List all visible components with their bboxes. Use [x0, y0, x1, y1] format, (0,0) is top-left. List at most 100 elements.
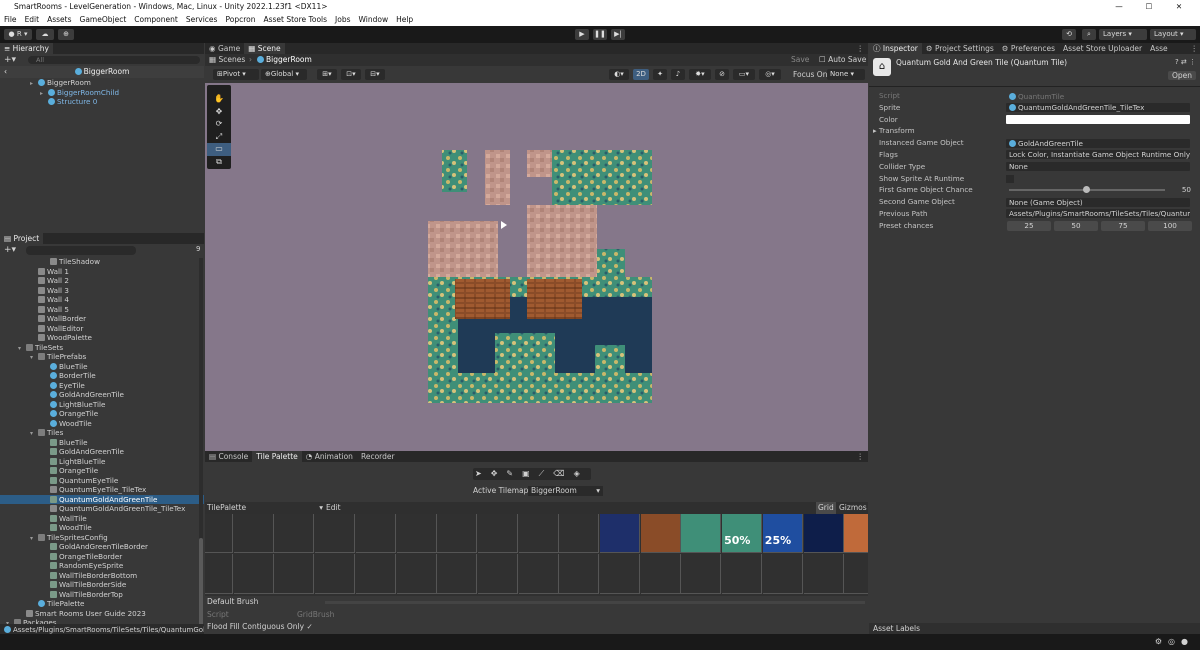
field-value[interactable]: None	[1006, 162, 1190, 172]
palette-cell[interactable]	[477, 554, 518, 594]
pause-icon[interactable]: ❚❚	[593, 29, 607, 40]
project-item[interactable]: Wall 5	[0, 305, 204, 315]
back-icon[interactable]: ‹	[4, 66, 7, 78]
project-item[interactable]: TileShadow	[0, 257, 204, 267]
project-item[interactable]: OrangeTile	[0, 466, 204, 476]
preset-button[interactable]: 100	[1148, 220, 1192, 231]
project-folder[interactable]: ▾ TileSets	[0, 343, 204, 353]
layout-dropdown[interactable]: Layout ▾	[1150, 29, 1196, 40]
tab-game[interactable]: ◉ Game	[205, 43, 244, 54]
menu-gameobject[interactable]: GameObject	[80, 13, 127, 26]
project-item[interactable]: Wall 1	[0, 267, 204, 277]
menu-services[interactable]: Services	[186, 13, 218, 26]
select-tool-icon[interactable]: ➤	[475, 469, 491, 478]
status-icons[interactable]: ⚙◎●	[1155, 637, 1194, 646]
palette-cell[interactable]	[233, 554, 274, 594]
project-item[interactable]: WallTileBorderBottom	[0, 571, 204, 581]
effects-icon[interactable]: ✸▾	[689, 69, 711, 80]
gizmos-toggle[interactable]: Gizmos	[839, 502, 867, 514]
project-item[interactable]: OrangeTileBorder	[0, 552, 204, 562]
hidden-objects-icon[interactable]: ⊘	[715, 69, 729, 80]
palette-cell[interactable]	[640, 514, 681, 553]
palette-cell[interactable]	[437, 554, 478, 594]
project-item[interactable]: BlueTile	[0, 438, 204, 448]
grid-toggle[interactable]: Grid	[816, 502, 836, 514]
palette-cell[interactable]	[477, 514, 518, 553]
tab-animation[interactable]: ◔ Animation	[302, 451, 357, 462]
hierarchy-item[interactable]: Structure 0	[0, 97, 204, 107]
tab-scene[interactable]: ▦ Scene	[244, 43, 285, 54]
palette-cell[interactable]	[205, 554, 233, 594]
palette-cell[interactable]	[559, 514, 600, 553]
palette-cell[interactable]	[355, 554, 396, 594]
project-scrollbar[interactable]	[199, 258, 203, 638]
paint-tool-icon[interactable]: ✎	[506, 469, 522, 478]
project-item[interactable]: WoodTile	[0, 419, 204, 429]
project-item[interactable]: WallTileBorderTop	[0, 590, 204, 600]
project-item[interactable]: WoodPalette	[0, 333, 204, 343]
project-search-input[interactable]	[26, 246, 136, 255]
search-icon[interactable]: ⌕	[1082, 29, 1096, 40]
snap-icon[interactable]: ⊡▾	[341, 69, 361, 80]
project-item[interactable]: BorderTile	[0, 371, 204, 381]
palette-grid[interactable]: 50% 25%	[205, 514, 868, 596]
tab-project[interactable]: ▤ Project	[0, 233, 44, 244]
breadcrumb-scenes[interactable]: ▦ Scenes	[209, 54, 245, 66]
project-item[interactable]: Wall 2	[0, 276, 204, 286]
project-item[interactable]: QuantumEyeTile	[0, 476, 204, 486]
palette-cell[interactable]	[803, 554, 844, 594]
expand-arrow-icon[interactable]: ▾	[30, 353, 38, 363]
minimize-icon[interactable]: —	[1104, 0, 1134, 13]
project-scroll-thumb[interactable]	[199, 538, 203, 628]
palette-cell[interactable]	[844, 554, 868, 594]
collab-icon[interactable]: ⊕	[58, 29, 74, 40]
field-label[interactable]: ▸ Transform	[873, 125, 915, 137]
tab-inspector[interactable]: ⓘ Inspector	[869, 43, 922, 54]
menu-edit[interactable]: Edit	[25, 13, 40, 26]
camera-icon[interactable]: ▭▾	[733, 69, 755, 80]
preset-button[interactable]: 50	[1054, 220, 1098, 231]
project-item[interactable]: WallTile	[0, 514, 204, 524]
picker-icon[interactable]: ⟋	[539, 469, 554, 478]
preset-button[interactable]: 25	[1007, 220, 1051, 231]
palette-cell[interactable]	[762, 554, 803, 594]
palette-cell[interactable]	[518, 554, 559, 594]
tab-hierarchy[interactable]: ≡ Hierarchy	[0, 43, 53, 54]
project-item[interactable]: QuantumGoldAndGreenTile_TileTex	[0, 504, 204, 514]
project-item[interactable]: QuantumGoldAndGreenTile	[0, 494, 204, 504]
palette-cell[interactable]	[396, 554, 437, 594]
inspector-header-icons[interactable]: ? ⇄ ⋮	[1175, 58, 1196, 66]
global-dropdown[interactable]: ⊕Global ▾	[261, 69, 307, 80]
expand-arrow-icon[interactable]: ▸	[30, 79, 38, 89]
palette-cell[interactable]	[205, 514, 233, 553]
palette-cell[interactable]	[315, 554, 356, 594]
project-folder[interactable]: ▾ TilePrefabs	[0, 352, 204, 362]
menu-file[interactable]: File	[4, 13, 17, 26]
increment-icon[interactable]: ⊟▾	[365, 69, 385, 80]
play-icon[interactable]: ▶	[575, 29, 589, 40]
project-item[interactable]: LightBlueTile	[0, 400, 204, 410]
project-item[interactable]: QuantumEyeTile_TileTex	[0, 485, 204, 495]
edit-button[interactable]: Edit	[326, 502, 341, 514]
tab-asset[interactable]: Asse	[1146, 43, 1172, 54]
hierarchy-item[interactable]: ▸ BiggerRoom	[0, 78, 204, 88]
menu-assets[interactable]: Assets	[47, 13, 71, 26]
field-value[interactable]: None (Game Object)	[1006, 197, 1190, 207]
field-value[interactable]: Assets/Plugins/SmartRooms/TileSets/Tiles…	[1006, 209, 1190, 219]
palette-dropdown[interactable]: TilePalette ▾	[207, 502, 323, 514]
palette-cell[interactable]	[600, 554, 640, 594]
palette-cell[interactable]	[600, 514, 640, 553]
grid-snap-icon[interactable]: ⊞▾	[317, 69, 337, 80]
project-folder[interactable]: ▾ TileSpritesConfig	[0, 533, 204, 543]
move-tool-icon[interactable]: ✥	[491, 469, 507, 478]
color-field[interactable]	[1006, 115, 1190, 125]
project-item[interactable]: GoldAndGreenTile	[0, 390, 204, 400]
tab-tile-palette[interactable]: Tile Palette	[252, 451, 302, 462]
box-fill-icon[interactable]: ▣	[522, 469, 539, 478]
chance-slider-thumb[interactable]	[1083, 186, 1090, 194]
project-item[interactable]: BlueTile	[0, 362, 204, 372]
project-item[interactable]: TilePalette	[0, 599, 204, 609]
breadcrumb-room[interactable]: BiggerRoom	[257, 54, 312, 66]
shading-icon[interactable]: ◐▾	[609, 69, 629, 80]
menu-help[interactable]: Help	[396, 13, 413, 26]
